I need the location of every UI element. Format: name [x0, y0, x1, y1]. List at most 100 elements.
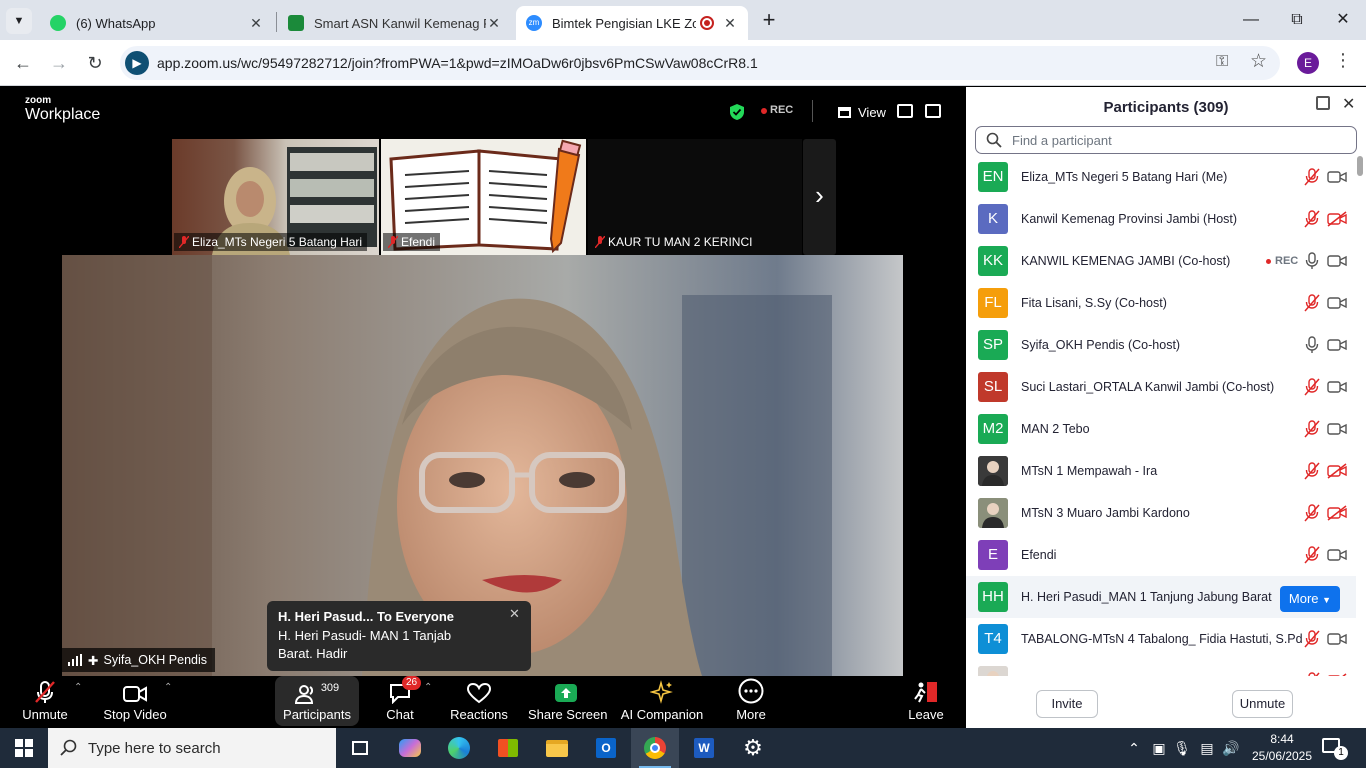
- close-window-button[interactable]: ✕: [1320, 0, 1366, 40]
- participant-row[interactable]: D... TIP: [966, 660, 1356, 676]
- start-button[interactable]: [0, 728, 48, 768]
- next-page-button[interactable]: ›: [803, 139, 836, 255]
- mic-muted-icon[interactable]: [1304, 504, 1320, 522]
- mic-muted-icon[interactable]: [1304, 630, 1320, 648]
- clock[interactable]: 8:44 25/06/2025: [1248, 731, 1316, 765]
- taskbar-search-box[interactable]: Type here to search: [48, 728, 336, 768]
- password-key-icon[interactable]: ⚿: [1216, 53, 1228, 71]
- notification-center[interactable]: 1: [1322, 738, 1348, 760]
- stop-video-button[interactable]: Stop Video: [100, 676, 170, 728]
- task-view-button[interactable]: [336, 728, 384, 768]
- participant-search-input[interactable]: Find a participant: [975, 126, 1357, 154]
- chat-button[interactable]: 26 Chat: [372, 676, 428, 728]
- minimize-button[interactable]: —: [1228, 0, 1274, 40]
- url-text[interactable]: app.zoom.us/wc/95497282712/join?fromPWA=…: [157, 55, 758, 71]
- mic-muted-icon[interactable]: [1304, 210, 1320, 228]
- layout-icon[interactable]: [925, 104, 941, 118]
- taskbar-settings[interactable]: ⚙: [729, 728, 777, 768]
- recording-indicator[interactable]: REC: [770, 104, 793, 116]
- show-hidden-icons[interactable]: ⌃: [1124, 728, 1144, 768]
- mic-muted-icon[interactable]: [1304, 546, 1320, 564]
- close-tab-icon[interactable]: ✕: [248, 15, 264, 31]
- address-bar[interactable]: ▶ app.zoom.us/wc/95497282712/join?fromPW…: [120, 46, 1280, 80]
- participant-row[interactable]: MTsN 1 Mempawah - Ira: [966, 450, 1356, 492]
- profile-avatar[interactable]: E: [1297, 52, 1319, 74]
- participant-list-scrollbar[interactable]: [1356, 156, 1364, 676]
- leave-button[interactable]: Leave: [903, 676, 949, 728]
- share-screen-button[interactable]: Share Screen: [528, 676, 608, 728]
- participant-row[interactable]: MTsN 3 Muaro Jambi Kardono: [966, 492, 1356, 534]
- ai-companion-button[interactable]: AI Companion: [620, 676, 704, 728]
- participant-row[interactable]: SP Syifa_OKH Pendis (Co-host): [966, 324, 1356, 366]
- taskbar-copilot[interactable]: [386, 728, 434, 768]
- microphone-icon[interactable]: [1304, 336, 1320, 354]
- leave-door-icon: [914, 682, 937, 703]
- video-tile-kaur-tu[interactable]: KAUR TU MAN 2 KERINCI: [588, 139, 802, 255]
- forward-button[interactable]: →: [44, 48, 74, 78]
- view-button[interactable]: View: [838, 102, 886, 122]
- tab-search-button[interactable]: ▼: [6, 8, 32, 34]
- bookmark-star-icon[interactable]: ☆: [1250, 50, 1267, 73]
- taskbar-store[interactable]: [484, 728, 532, 768]
- new-tab-button[interactable]: +: [756, 8, 782, 34]
- back-button[interactable]: ←: [8, 48, 38, 78]
- participant-row[interactable]: E Efendi: [966, 534, 1356, 576]
- close-icon[interactable]: ✕: [1342, 94, 1355, 114]
- video-tile-efendi[interactable]: Efendi: [381, 139, 586, 255]
- meet-now-icon[interactable]: ▣: [1148, 728, 1170, 768]
- close-tab-icon[interactable]: ✕: [722, 15, 738, 31]
- participant-row[interactable]: HH H. Heri Pasudi_MAN 1 Tanjung Jabung Ba…: [966, 576, 1356, 618]
- restore-button[interactable]: ⧉: [1274, 0, 1320, 40]
- chat-badge: 26: [402, 676, 422, 690]
- taskbar-word[interactable]: W: [680, 728, 728, 768]
- video-options-caret[interactable]: ⌃: [164, 682, 172, 693]
- chat-options-caret[interactable]: ⌃: [424, 682, 432, 693]
- mic-muted-icon[interactable]: [1304, 294, 1320, 312]
- browser-tab-smart-asn[interactable]: Smart ASN Kanwil Kemenag Pr ✕: [278, 6, 512, 40]
- microphone-icon[interactable]: 🎙: [1172, 728, 1192, 768]
- chat-notification-popup[interactable]: H. Heri Pasud... To Everyone H. Heri Pas…: [267, 601, 531, 671]
- taskbar-edge[interactable]: [435, 728, 483, 768]
- taskbar-outlook[interactable]: O: [582, 728, 630, 768]
- microphone-icon[interactable]: [1304, 252, 1320, 270]
- participant-row[interactable]: KK KANWIL KEMENAG JAMBI (Co-host) REC: [966, 240, 1356, 282]
- picture-in-picture-icon[interactable]: [897, 104, 913, 118]
- popout-icon[interactable]: [1316, 96, 1330, 110]
- invite-button[interactable]: Invite: [1036, 690, 1098, 718]
- volume-icon[interactable]: 🔊: [1220, 728, 1242, 768]
- close-icon[interactable]: ✕: [509, 606, 520, 622]
- more-button[interactable]: More: [726, 676, 776, 728]
- participant-row[interactable]: SL Suci Lastari_ORTALA Kanwil Jambi (Co-h…: [966, 366, 1356, 408]
- reactions-button[interactable]: Reactions: [450, 676, 508, 728]
- participant-row[interactable]: FL Fita Lisani, S.Sy (Co-host): [966, 282, 1356, 324]
- browser-tab-zoom-meeting[interactable]: zm Bimtek Pengisian LKE Zona ✕: [516, 6, 748, 40]
- network-icon[interactable]: ▤: [1196, 728, 1218, 768]
- participant-row[interactable]: EN Eliza_MTs Negeri 5 Batang Hari (Me): [966, 156, 1356, 198]
- stop-video-label: Stop Video: [103, 707, 167, 722]
- mic-muted-icon[interactable]: [1304, 168, 1320, 186]
- video-off-icon: [1327, 211, 1347, 227]
- mic-muted-icon[interactable]: [1304, 462, 1320, 480]
- close-tab-icon[interactable]: ✕: [486, 15, 502, 31]
- browser-tab-whatsapp[interactable]: (6) WhatsApp ✕: [40, 6, 274, 40]
- video-tile-eliza[interactable]: Eliza_MTs Negeri 5 Batang Hari: [172, 139, 379, 255]
- site-info-icon[interactable]: ▶: [125, 51, 149, 75]
- mic-muted-icon[interactable]: [1304, 420, 1320, 438]
- taskbar-chrome[interactable]: [631, 728, 679, 768]
- browser-menu-icon[interactable]: ⋮: [1334, 50, 1352, 71]
- mic-muted-icon[interactable]: [1304, 672, 1320, 676]
- reload-button[interactable]: ↻: [80, 48, 110, 78]
- unmute-button[interactable]: Unmute: [16, 676, 74, 728]
- unmute-label: Unmute: [22, 707, 68, 722]
- participants-button[interactable]: 309 Participants: [275, 676, 359, 726]
- participant-row[interactable]: T4 TABALONG-MTsN 4 Tabalong_ Fidia Hastut…: [966, 618, 1356, 660]
- unmute-me-button[interactable]: Unmute: [1232, 690, 1293, 718]
- participant-row[interactable]: K Kanwil Kemenag Provinsi Jambi (Host): [966, 198, 1356, 240]
- participant-row[interactable]: M2 MAN 2 Tebo: [966, 408, 1356, 450]
- mic-muted-icon[interactable]: [1304, 378, 1320, 396]
- audio-options-caret[interactable]: ⌃: [74, 682, 82, 693]
- participant-more-button[interactable]: More ▼: [1280, 586, 1340, 612]
- participants-icon: [294, 685, 313, 704]
- taskbar-file-explorer[interactable]: [533, 728, 581, 768]
- shield-check-icon[interactable]: [729, 103, 745, 121]
